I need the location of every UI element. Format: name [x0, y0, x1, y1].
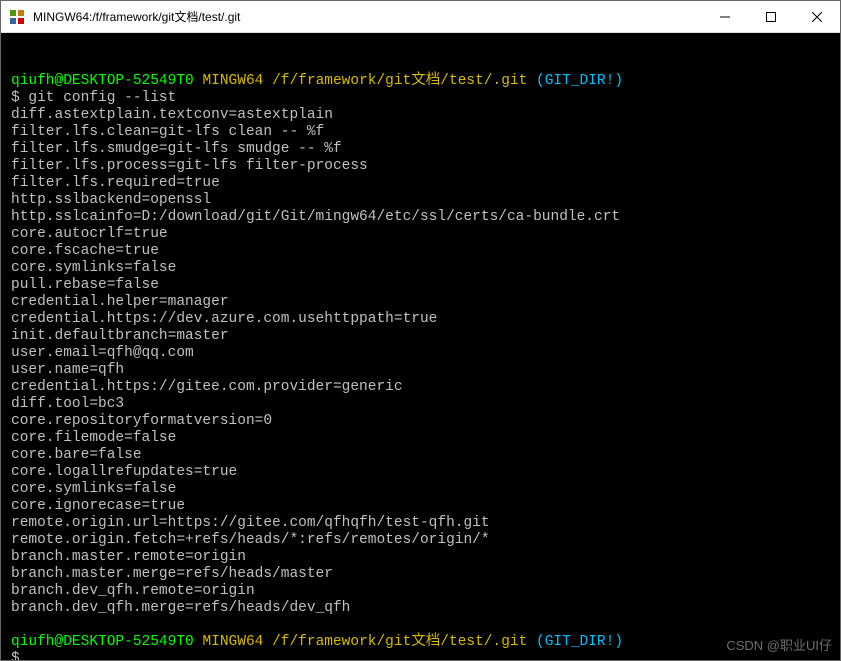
terminal-body[interactable]: qiufh@DESKTOP-52549T0 MINGW64 /f/framewo… [1, 33, 840, 660]
blank-line [11, 617, 830, 634]
prompt-dollar-line: $ [11, 651, 830, 660]
output-line: branch.dev_qfh.merge=refs/heads/dev_qfh [11, 600, 830, 617]
titlebar[interactable]: MINGW64:/f/framework/git文档/test/.git [1, 1, 840, 33]
prompt-user: qiufh@DESKTOP-52549T0 [11, 73, 194, 89]
output-line: core.autocrlf=true [11, 226, 830, 243]
command: git config --list [28, 90, 176, 106]
output-line: core.ignorecase=true [11, 498, 830, 515]
output-line: branch.master.merge=refs/heads/master [11, 566, 830, 583]
output-line: core.logallrefupdates=true [11, 464, 830, 481]
output-line: filter.lfs.clean=git-lfs clean -- %f [11, 124, 830, 141]
prompt-paren: (GIT_DIR!) [536, 73, 623, 89]
close-button[interactable] [794, 1, 840, 32]
output-line: remote.origin.fetch=+refs/heads/*:refs/r… [11, 532, 830, 549]
output-line: http.sslcainfo=D:/download/git/Git/mingw… [11, 209, 830, 226]
window-controls [702, 1, 840, 32]
prompt-env: MINGW64 [202, 73, 263, 89]
window-title: MINGW64:/f/framework/git文档/test/.git [33, 8, 702, 25]
output-line: user.email=qfh@qq.com [11, 345, 830, 362]
output-line: filter.lfs.smudge=git-lfs smudge -- %f [11, 141, 830, 158]
output-line: core.symlinks=false [11, 260, 830, 277]
output-line: credential.helper=manager [11, 294, 830, 311]
prompt-dollar: $ [11, 651, 20, 660]
prompt-dollar: $ [11, 90, 20, 106]
prompt-path: /f/framework/git文档/test/.git [272, 634, 527, 650]
output-line: filter.lfs.required=true [11, 175, 830, 192]
output-line: core.filemode=false [11, 430, 830, 447]
output-line: remote.origin.url=https://gitee.com/qfhq… [11, 515, 830, 532]
output-line: branch.master.remote=origin [11, 549, 830, 566]
prompt-paren: (GIT_DIR!) [536, 634, 623, 650]
output-line: pull.rebase=false [11, 277, 830, 294]
prompt-line-1: qiufh@DESKTOP-52549T0 MINGW64 /f/framewo… [11, 73, 830, 90]
prompt-line-2: qiufh@DESKTOP-52549T0 MINGW64 /f/framewo… [11, 634, 830, 651]
output-line: credential.https://dev.azure.com.usehttp… [11, 311, 830, 328]
output-line: core.symlinks=false [11, 481, 830, 498]
prompt-env: MINGW64 [202, 634, 263, 650]
output-line: filter.lfs.process=git-lfs filter-proces… [11, 158, 830, 175]
prompt-path: /f/framework/git文档/test/.git [272, 73, 527, 89]
output-line: core.fscache=true [11, 243, 830, 260]
maximize-button[interactable] [748, 1, 794, 32]
output-line: diff.tool=bc3 [11, 396, 830, 413]
prompt-user: qiufh@DESKTOP-52549T0 [11, 634, 194, 650]
output-block: diff.astextplain.textconv=astextplainfil… [11, 107, 830, 617]
window-frame: MINGW64:/f/framework/git文档/test/.git qiu… [0, 0, 841, 661]
output-line: credential.https://gitee.com.provider=ge… [11, 379, 830, 396]
output-line: user.name=qfh [11, 362, 830, 379]
app-icon [9, 9, 25, 25]
output-line: branch.dev_qfh.remote=origin [11, 583, 830, 600]
output-line: http.sslbackend=openssl [11, 192, 830, 209]
output-line: core.bare=false [11, 447, 830, 464]
output-line: init.defaultbranch=master [11, 328, 830, 345]
command-line: $ git config --list [11, 90, 830, 107]
output-line: core.repositoryformatversion=0 [11, 413, 830, 430]
output-line: diff.astextplain.textconv=astextplain [11, 107, 830, 124]
minimize-button[interactable] [702, 1, 748, 32]
